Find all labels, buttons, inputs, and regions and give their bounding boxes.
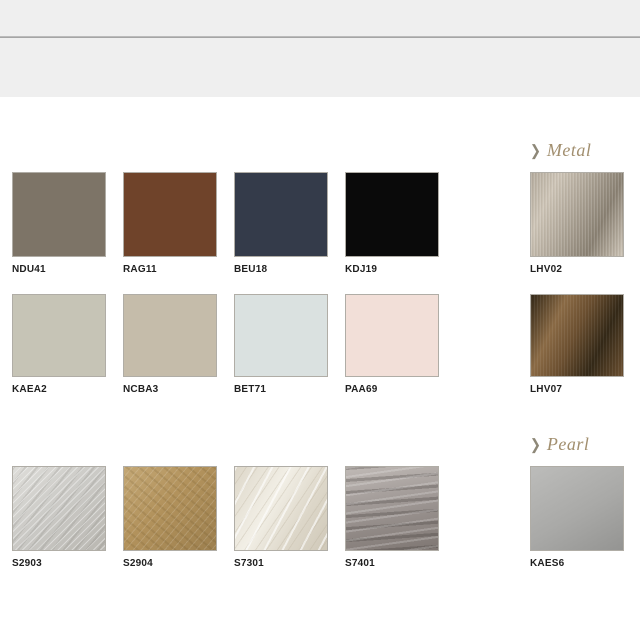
section-heading-metal-label: Metal (547, 140, 592, 161)
swatch-code-label: BEU18 (234, 264, 267, 275)
swatch-code-label: S2904 (123, 558, 153, 569)
swatch-code-label: PAA69 (345, 384, 378, 395)
swatch-PAA69[interactable] (345, 294, 439, 377)
swatch-KAEA2[interactable] (12, 294, 106, 377)
swatch-code-label: S2903 (12, 558, 42, 569)
swatch-code-label: BET71 (234, 384, 266, 395)
swatch-code-label: NCBA3 (123, 384, 158, 395)
swatch-LHV02[interactable] (530, 172, 624, 257)
swatch-KAES6[interactable] (530, 466, 624, 551)
swatch-NCBA3[interactable] (123, 294, 217, 377)
swatch-code-label: KDJ19 (345, 264, 377, 275)
chevron-right-icon: ❯ (530, 437, 541, 452)
chevron-right-icon: ❯ (530, 143, 541, 158)
swatch-BET71[interactable] (234, 294, 328, 377)
swatch-S2903[interactable] (12, 466, 106, 551)
swatch-code-label: RAG11 (123, 264, 157, 275)
swatch-S2904[interactable] (123, 466, 217, 551)
swatch-NDU41[interactable] (12, 172, 106, 257)
section-heading-metal: ❯ Metal (530, 140, 591, 160)
swatch-code-label: S7401 (345, 558, 375, 569)
swatch-S7301[interactable] (234, 466, 328, 551)
swatch-code-label: NDU41 (12, 264, 46, 275)
swatch-catalog: ❯ Metal ❯ Pearl NDU41 RAG11 BEU18 KDJ19 KAEA… (0, 0, 640, 640)
swatch-code-label: LHV02 (530, 264, 562, 275)
swatch-S7401[interactable] (345, 466, 439, 551)
swatch-code-label: KAES6 (530, 558, 564, 569)
section-heading-pearl-label: Pearl (547, 434, 590, 455)
swatch-code-label: KAEA2 (12, 384, 47, 395)
swatch-RAG11[interactable] (123, 172, 217, 257)
swatch-code-label: LHV07 (530, 384, 562, 395)
section-heading-pearl: ❯ Pearl (530, 434, 589, 454)
swatch-BEU18[interactable] (234, 172, 328, 257)
swatch-code-label: S7301 (234, 558, 264, 569)
swatch-KDJ19[interactable] (345, 172, 439, 257)
swatch-LHV07[interactable] (530, 294, 624, 377)
